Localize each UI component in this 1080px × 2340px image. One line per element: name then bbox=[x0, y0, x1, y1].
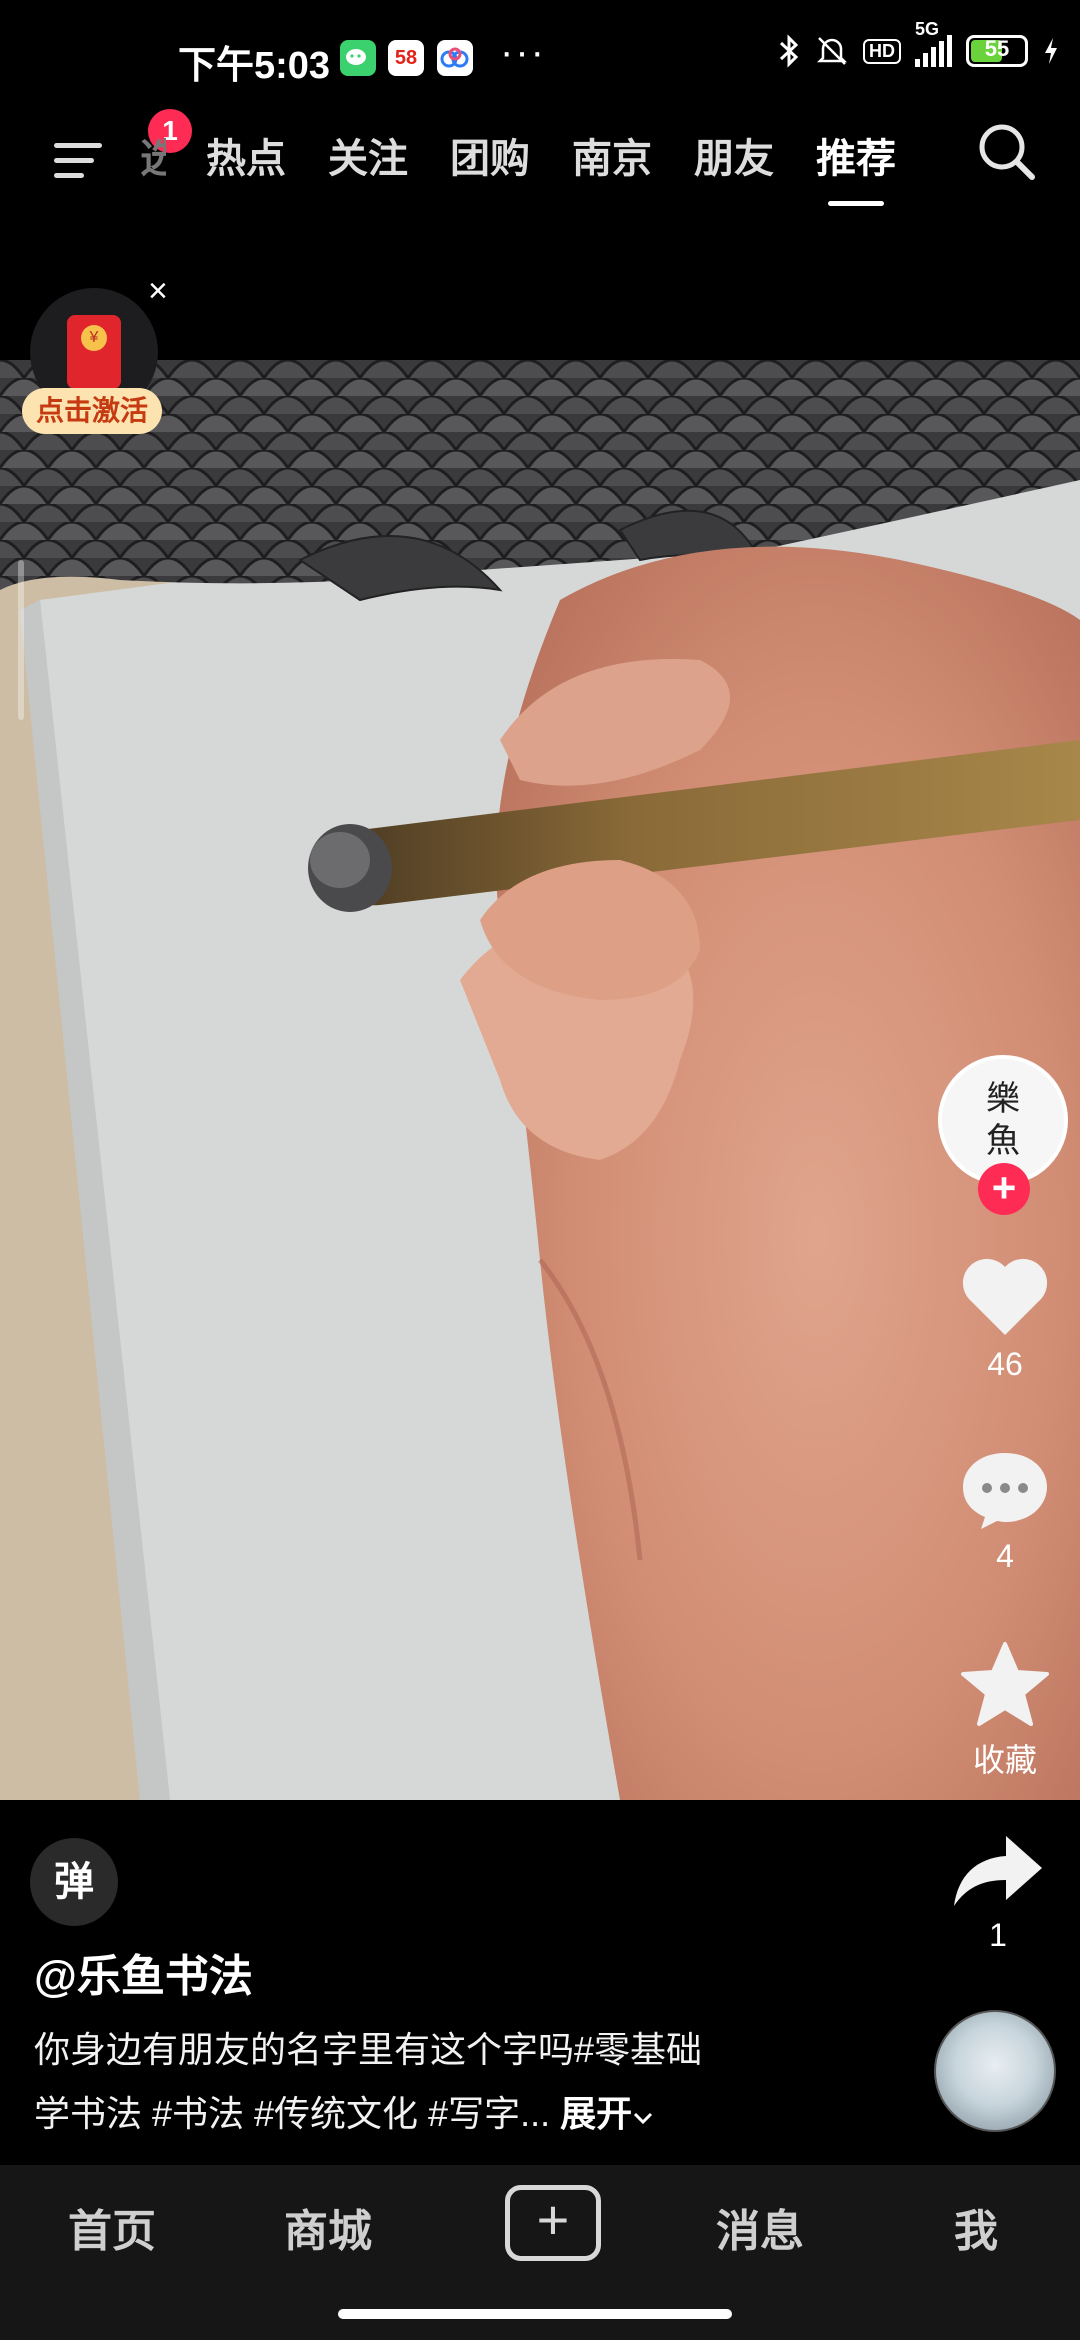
bluetooth-icon bbox=[779, 34, 799, 68]
nav-mall[interactable]: 商城 bbox=[284, 2195, 372, 2259]
nav-messages[interactable]: 消息 bbox=[716, 2195, 804, 2259]
tab-following[interactable]: 关注 bbox=[328, 126, 408, 184]
video-frame bbox=[0, 360, 1080, 1800]
favorite-button[interactable]: 收藏 bbox=[930, 1640, 1080, 1781]
wechat-icon bbox=[340, 40, 376, 76]
follow-button[interactable]: + bbox=[978, 1163, 1030, 1215]
58-app-icon: 58 bbox=[388, 40, 424, 76]
tab-hot[interactable]: 热点 bbox=[206, 126, 286, 184]
bottom-nav: 首页 商城 + 消息 我 bbox=[0, 2165, 1080, 2340]
tab-nanjing[interactable]: 南京 bbox=[572, 126, 652, 184]
video-player[interactable] bbox=[0, 360, 1080, 1800]
favorite-label: 收藏 bbox=[972, 1742, 1037, 1778]
comment-count: 4 bbox=[996, 1538, 1014, 1574]
more-notifications-icon: ··· bbox=[500, 30, 546, 74]
progress-indicator bbox=[18, 560, 24, 720]
tab-faded[interactable]: 选 bbox=[140, 126, 166, 184]
nav-home[interactable]: 首页 bbox=[68, 2195, 156, 2259]
expand-button[interactable]: 展开 bbox=[560, 2093, 654, 2134]
share-arrow-icon bbox=[954, 1836, 1042, 1906]
charging-icon bbox=[1045, 38, 1057, 64]
chevron-down-icon bbox=[634, 2112, 653, 2125]
system-icons: HD 5G 55 bbox=[777, 19, 1060, 68]
nav-me[interactable]: 我 bbox=[954, 2195, 998, 2259]
activate-label: 点击激活 bbox=[22, 388, 162, 434]
comment-button[interactable]: 4 bbox=[930, 1447, 1080, 1575]
share-button[interactable]: 1 bbox=[928, 1830, 1068, 1954]
signal-icon: 5G bbox=[915, 19, 952, 67]
top-nav: 1 选 热点 关注 团购 南京 朋友 推荐 bbox=[0, 109, 1080, 206]
status-bar: 下午5:03 58 ··· HD 5G 55 bbox=[0, 0, 1080, 115]
search-button[interactable] bbox=[972, 117, 1042, 187]
comment-icon bbox=[963, 1453, 1047, 1529]
search-icon bbox=[979, 124, 1035, 180]
description-line-2: 学书法 #书法 #传统文化 #写字... bbox=[34, 2093, 551, 2134]
battery-icon: 55 bbox=[966, 35, 1028, 67]
post-description[interactable]: 你身边有朋友的名字里有这个字吗#零基础 学书法 #书法 #传统文化 #写字...… bbox=[34, 2018, 854, 2146]
like-count: 46 bbox=[987, 1346, 1023, 1382]
clock: 下午5:03 bbox=[178, 45, 331, 87]
menu-button[interactable]: 1 bbox=[50, 109, 192, 187]
heart-icon bbox=[962, 1258, 1048, 1335]
mute-bell-icon bbox=[816, 37, 848, 65]
close-promo-button[interactable]: × bbox=[148, 272, 168, 311]
tab-group-buy[interactable]: 团购 bbox=[450, 126, 530, 184]
description-line-1: 你身边有朋友的名字里有这个字吗#零基础 bbox=[34, 2029, 703, 2070]
hd-indicator: HD bbox=[863, 38, 901, 64]
create-button[interactable]: + bbox=[505, 2185, 601, 2261]
feed-tabs: 选 热点 关注 团购 南京 朋友 推荐 bbox=[140, 115, 938, 206]
music-disc-avatar[interactable] bbox=[934, 2010, 1056, 2132]
post-info: 弹 @乐鱼书法 你身边有朋友的名字里有这个字吗#零基础 学书法 #书法 #传统文… bbox=[0, 1800, 1080, 2165]
author-name[interactable]: @乐鱼书法 bbox=[34, 1940, 253, 2004]
red-packet-promo[interactable]: 点击激活 bbox=[22, 288, 168, 448]
like-button[interactable]: 46 bbox=[930, 1255, 1080, 1383]
share-count: 1 bbox=[989, 1917, 1007, 1953]
tab-friends[interactable]: 朋友 bbox=[694, 126, 774, 184]
star-icon bbox=[961, 1642, 1049, 1726]
home-indicator bbox=[338, 2309, 732, 2319]
danmaku-toggle-button[interactable]: 弹 bbox=[30, 1838, 118, 1926]
tab-recommended[interactable]: 推荐 bbox=[816, 126, 896, 206]
cloud-app-icon bbox=[437, 40, 473, 76]
